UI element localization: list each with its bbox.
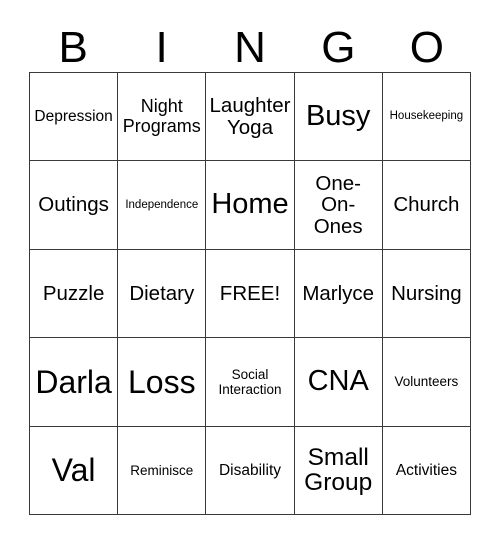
bingo-cell[interactable]: CNA xyxy=(294,338,383,427)
bingo-cell-label: Social Interaction xyxy=(218,366,282,397)
bingo-header-letter-n: N xyxy=(234,23,266,72)
bingo-cell[interactable]: Social Interaction xyxy=(206,338,295,427)
bingo-cell-label: Home xyxy=(211,188,289,221)
bingo-cell-label: One- On- Ones xyxy=(313,171,363,238)
bingo-cell[interactable]: Depression xyxy=(30,73,119,162)
bingo-cell-label: Outings xyxy=(38,193,109,217)
bingo-header-letter-g: G xyxy=(321,23,356,72)
bingo-cell[interactable]: Church xyxy=(382,161,471,250)
bingo-grid: Depression Night Programs Laughter Yoga Bus… xyxy=(29,72,471,515)
bingo-cell[interactable]: Loss xyxy=(118,338,207,427)
bingo-cell-label: Nursing xyxy=(391,281,462,305)
bingo-header-letter-o: O xyxy=(409,23,444,72)
bingo-cell-label: Reminisce xyxy=(130,462,194,478)
bingo-cell[interactable]: Darla xyxy=(30,338,119,427)
bingo-cell[interactable]: Independence xyxy=(118,161,207,250)
bingo-cell-label: Darla xyxy=(35,363,112,400)
bingo-cell[interactable]: Night Programs xyxy=(118,73,207,162)
bingo-cell-label: Small Group xyxy=(304,443,373,497)
bingo-cell-label: Housekeeping xyxy=(389,110,464,123)
bingo-cell-label: Activities xyxy=(395,461,457,479)
bingo-header-row: B I N G O xyxy=(29,20,471,72)
bingo-cell[interactable]: Puzzle xyxy=(30,249,119,339)
bingo-cell[interactable]: Laughter Yoga xyxy=(206,73,295,162)
bingo-cell-label: CNA xyxy=(307,365,369,398)
bingo-cell[interactable]: Nursing xyxy=(382,249,471,339)
bingo-cell[interactable]: Val xyxy=(30,426,119,515)
bingo-cell[interactable]: Outings xyxy=(30,161,119,250)
bingo-cell-label: Val xyxy=(51,452,96,489)
bingo-free-space-cell[interactable]: FREE! xyxy=(206,249,295,339)
bingo-cell[interactable]: Disability xyxy=(206,426,295,515)
bingo-header-letter-b: B xyxy=(58,23,88,72)
bingo-cell[interactable]: Reminisce xyxy=(118,426,207,515)
bingo-cell-label: Church xyxy=(393,193,460,217)
bingo-cell[interactable]: Marlyce xyxy=(294,249,383,339)
bingo-cell-label: Puzzle xyxy=(42,281,105,305)
bingo-cell-label: Independence xyxy=(125,198,199,211)
bingo-cell-label: FREE! xyxy=(219,281,281,305)
bingo-cell-label: Night Programs xyxy=(122,96,201,136)
bingo-cell[interactable]: Home xyxy=(206,161,295,250)
bingo-cell-label: Laughter Yoga xyxy=(209,93,291,139)
bingo-cell[interactable]: Volunteers xyxy=(382,338,471,427)
bingo-cell-label: Loss xyxy=(127,363,196,400)
bingo-cell[interactable]: Busy xyxy=(294,73,383,162)
bingo-card: B I N G O Depression Night Programs Laught… xyxy=(0,0,500,544)
bingo-cell-label: Disability xyxy=(218,461,281,479)
bingo-cell-label: Busy xyxy=(305,99,371,132)
bingo-cell-label: Depression xyxy=(34,108,113,126)
bingo-cell[interactable]: Small Group xyxy=(294,426,383,515)
bingo-cell[interactable]: Dietary xyxy=(118,249,207,339)
bingo-cell[interactable]: Housekeeping xyxy=(382,73,471,162)
bingo-cell[interactable]: One- On- Ones xyxy=(294,161,383,250)
bingo-cell-label: Volunteers xyxy=(394,374,459,390)
bingo-cell-label: Dietary xyxy=(129,281,195,305)
bingo-cell-label: Marlyce xyxy=(302,281,375,305)
bingo-header-letter-i: I xyxy=(155,23,168,72)
bingo-cell[interactable]: Activities xyxy=(382,426,471,515)
